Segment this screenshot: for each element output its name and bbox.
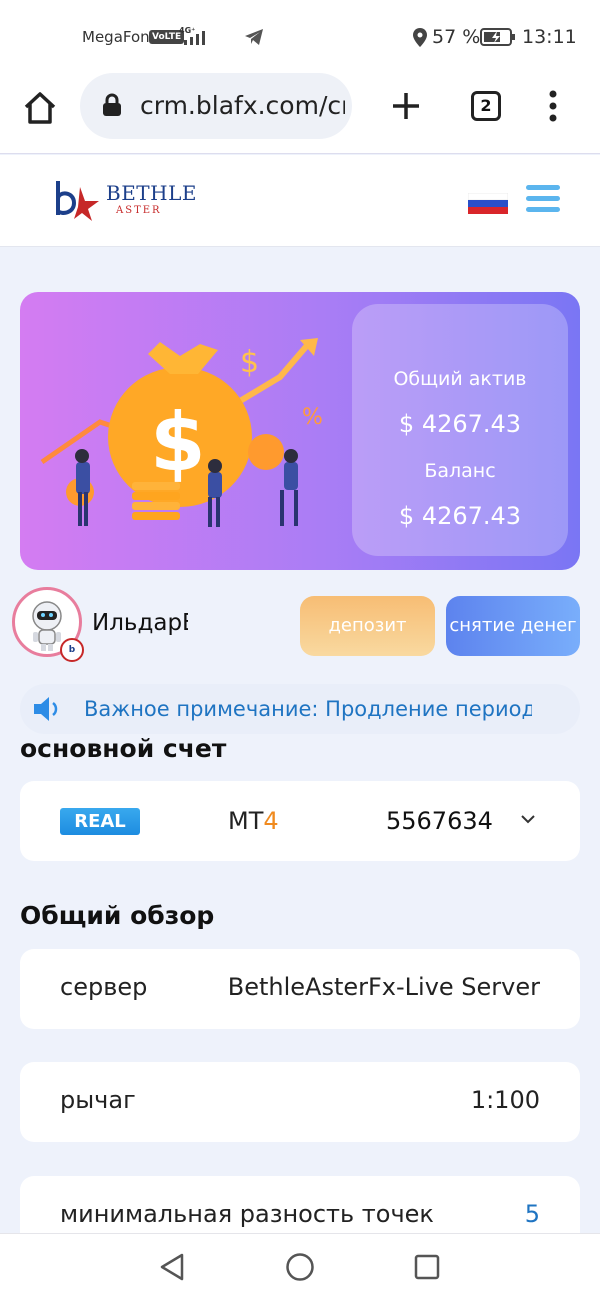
platform-prefix: MT <box>228 807 264 835</box>
server-label: сервер <box>60 973 148 1001</box>
overview-row-leverage: рычаг 1:100 <box>20 1062 580 1142</box>
withdraw-button[interactable]: снятие денег <box>446 596 580 656</box>
notice-text: Важное примечание: Продление период <box>84 697 532 721</box>
assets-summary-card: Общий актив $ 4267.43 Баланс $ 4267.43 <box>352 304 568 556</box>
min-spread-label: минимальная разность точек <box>60 1200 434 1228</box>
total-assets-value: $ 4267.43 <box>398 410 522 438</box>
main-account-card[interactable]: REAL MT4 5567634 <box>20 781 580 861</box>
account-type-badge: REAL <box>60 808 140 835</box>
total-assets-label: Общий актив <box>393 368 527 390</box>
server-value: BethleAsterFx-Live Server <box>227 973 540 1001</box>
username: ИльдарЕ <box>92 610 188 636</box>
notice-bar[interactable]: Важное примечание: Продление период <box>20 684 580 734</box>
leverage-value: 1:100 <box>470 1086 540 1114</box>
location-icon <box>413 28 427 47</box>
money-bag-illustration: $ % $ <box>40 338 323 527</box>
system-nav-bar <box>0 1233 600 1300</box>
russian-flag-icon[interactable] <box>468 193 508 214</box>
main-account-title: основной счет <box>20 734 227 763</box>
svg-text:$: $ <box>240 345 259 380</box>
home-nav-icon[interactable] <box>285 1252 315 1282</box>
deposit-button[interactable]: депозит <box>300 596 435 656</box>
assets-banner: $ % $ Общий актив $ 4267.43 Баланс $ 426… <box>20 292 580 570</box>
lock-icon <box>103 93 121 116</box>
url-text: crm.blafx.com/cr <box>140 91 345 120</box>
hamburger-menu-icon[interactable] <box>526 185 560 215</box>
home-icon[interactable] <box>22 90 58 126</box>
account-number: 5567634 <box>386 807 493 835</box>
battery-percent: 57 % <box>432 26 481 48</box>
speaker-icon <box>34 697 58 721</box>
svg-text:$: $ <box>150 396 206 489</box>
back-icon[interactable] <box>158 1252 186 1282</box>
brand-logo-icon[interactable] <box>52 177 102 221</box>
recent-apps-icon[interactable] <box>413 1253 441 1281</box>
overview-title: Общий обзор <box>20 901 215 930</box>
new-tab-icon[interactable] <box>390 90 422 122</box>
brand-name: BETHLE <box>106 181 197 205</box>
browser-toolbar: crm.blafx.com/cr 2 <box>0 73 600 154</box>
signal-icon <box>184 31 205 45</box>
platform-version: 4 <box>263 807 279 835</box>
tab-switcher-button[interactable]: 2 <box>471 91 501 121</box>
brand-subname: ASTER <box>116 205 162 216</box>
svg-text:%: % <box>302 405 323 430</box>
clock: 13:11 <box>522 26 577 48</box>
balance-value: $ 4267.43 <box>398 502 522 530</box>
carrier-name: MegaFon <box>82 28 150 46</box>
leverage-label: рычаг <box>60 1086 136 1114</box>
brand-badge-icon: b <box>60 638 84 662</box>
battery-icon <box>480 28 515 46</box>
url-bar[interactable]: crm.blafx.com/cr <box>80 73 352 139</box>
site-header: BETHLE ASTER <box>0 155 600 247</box>
chevron-down-icon[interactable] <box>520 813 536 825</box>
balance-label: Баланс <box>424 460 496 482</box>
telegram-icon <box>245 29 263 45</box>
overflow-menu-icon[interactable] <box>546 90 560 122</box>
overview-row-server: сервер BethleAsterFx-Live Server <box>20 949 580 1029</box>
status-bar: MegaFon VoLTE 4G⁺ 57 % 13:11 <box>0 0 600 76</box>
min-spread-value: 5 <box>524 1200 540 1228</box>
platform-label: MT4 <box>228 807 279 835</box>
